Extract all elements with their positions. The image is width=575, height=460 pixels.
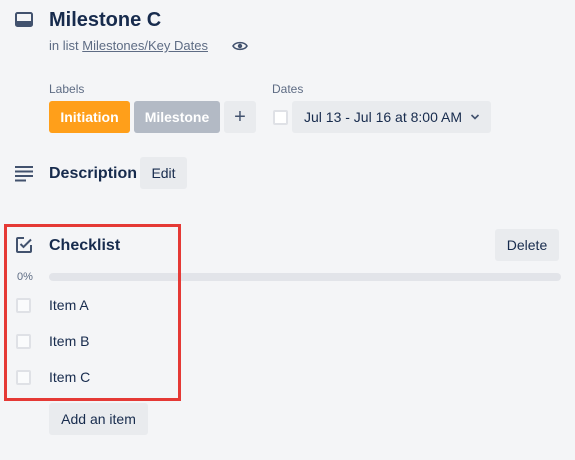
progress-percent: 0%	[17, 271, 33, 283]
label-milestone[interactable]: Milestone	[134, 101, 220, 133]
add-item-button[interactable]: Add an item	[49, 403, 148, 435]
item-checkbox[interactable]	[16, 369, 31, 385]
checklist-item[interactable]: Item C	[0, 363, 575, 391]
checklist-icon	[15, 236, 33, 254]
description-icon	[14, 164, 34, 182]
item-checkbox[interactable]	[16, 297, 31, 313]
in-list-prefix: in list	[49, 38, 79, 53]
progress-bar	[49, 273, 561, 281]
labels-heading: Labels	[49, 82, 85, 96]
date-value: Jul 13 - Jul 16 at 8:00 AM	[304, 109, 462, 125]
item-checkbox[interactable]	[16, 333, 31, 349]
card-icon	[14, 10, 34, 30]
checklist-title[interactable]: Checklist	[49, 236, 120, 256]
card-list-info: in list Milestones/Key Dates	[49, 38, 208, 54]
label-initiation[interactable]: Initiation	[49, 101, 130, 133]
chevron-down-icon	[470, 114, 480, 120]
eye-icon[interactable]	[232, 39, 248, 53]
dates-heading: Dates	[272, 82, 304, 96]
edit-description-button[interactable]: Edit	[140, 157, 187, 189]
checklist-item[interactable]: Item B	[0, 327, 575, 355]
add-label-button[interactable]: +	[224, 101, 256, 133]
checklist-item[interactable]: Item A	[0, 291, 575, 319]
item-text[interactable]: Item C	[49, 369, 90, 385]
card-title[interactable]: Milestone C	[49, 8, 161, 32]
description-title: Description	[49, 165, 138, 182]
item-text[interactable]: Item B	[49, 333, 89, 349]
item-text[interactable]: Item A	[49, 297, 89, 313]
delete-checklist-button[interactable]: Delete	[495, 229, 559, 261]
date-button[interactable]: Jul 13 - Jul 16 at 8:00 AM	[292, 101, 491, 133]
list-link[interactable]: Milestones/Key Dates	[82, 38, 208, 53]
date-complete-checkbox[interactable]	[273, 110, 288, 125]
